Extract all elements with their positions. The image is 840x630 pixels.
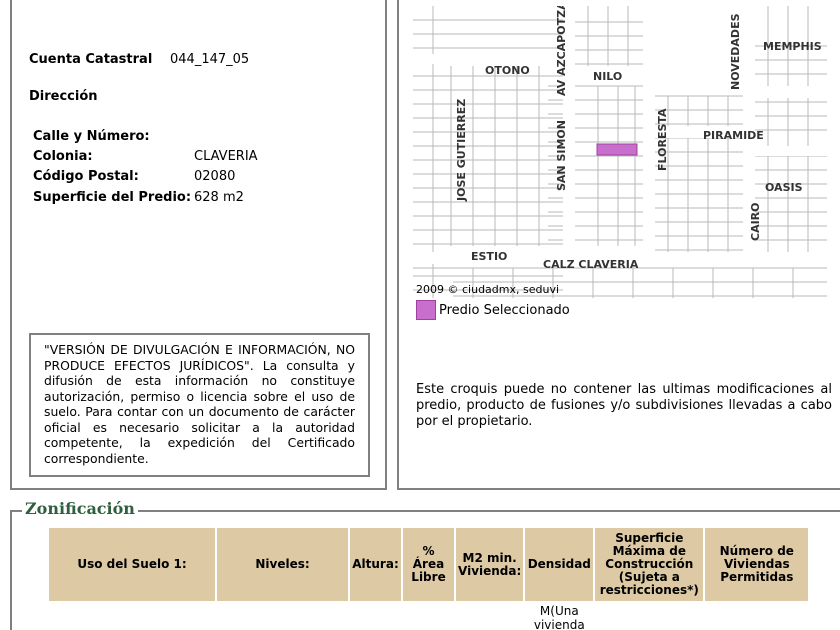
cadastral-map[interactable]: OTONO NILO AV AZCAPOTZA NOVEDADES MEMPHI… [413, 6, 827, 298]
header-superficie-maxima: Superficie Máxima de Construcción (Sujet… [595, 528, 704, 601]
superficie-value: 628 m2 [194, 190, 244, 205]
cell-uso-suelo [49, 601, 215, 630]
zonificacion-title: Zonificación [22, 499, 138, 518]
cuenta-catastral-label: Cuenta Catastral [29, 52, 153, 67]
cell-superficie-maxima [595, 601, 703, 630]
header-niveles: Niveles: [217, 528, 348, 601]
cell-area-libre [403, 601, 454, 630]
header-numero-viviendas: Número de Viviendas Permitidas [705, 528, 809, 601]
table-row: M(Una vivienda [49, 601, 808, 630]
street-label: AV AZCAPOTZA [555, 6, 568, 96]
street-label: JOSE GUTIERREZ [455, 99, 468, 202]
cell-densidad: M(Una vivienda [533, 604, 585, 630]
header-area-libre: % Área Libre [403, 528, 454, 601]
header-altura: Altura: [350, 528, 401, 601]
cell-altura [350, 601, 401, 630]
codigo-postal-value: 02080 [194, 169, 236, 184]
predio-info-panel: Cuenta Catastral 044_147_05 Dirección Ca… [10, 0, 387, 490]
header-m2-vivienda: M2 min. Vivienda: [456, 528, 524, 601]
calle-label: Calle y Número: [33, 129, 150, 144]
table-header-row: Uso del Suelo 1: Niveles: Altura: % Área… [49, 528, 809, 601]
codigo-postal-label: Código Postal: [33, 169, 139, 184]
legend-label: Predio Seleccionado [439, 303, 570, 318]
legend-swatch [416, 300, 436, 320]
street-label: OASIS [765, 181, 803, 194]
croquis-note: Este croquis puede no contener las ultim… [416, 382, 832, 429]
street-label: SAN SIMON [555, 120, 568, 191]
header-densidad: Densidad [525, 528, 594, 601]
street-label: PIRAMIDE [703, 129, 764, 142]
header-uso-suelo: Uso del Suelo 1: [49, 528, 215, 601]
colonia-value: CLAVERIA [194, 149, 258, 164]
street-label: CAIRO [749, 203, 762, 242]
street-label: OTONO [485, 64, 530, 77]
street-label: CALZ CLAVERIA [543, 258, 639, 271]
cell-m2-vivienda [456, 601, 523, 630]
street-label: FLORESTA [656, 108, 669, 171]
cuenta-catastral-value: 044_147_05 [170, 52, 250, 67]
cell-niveles [217, 601, 348, 630]
colonia-label: Colonia: [33, 149, 93, 164]
street-label: MEMPHIS [763, 40, 822, 53]
street-label: ESTIO [471, 250, 507, 263]
zonificacion-table: Uso del Suelo 1: Niveles: Altura: % Área… [47, 528, 810, 630]
map-canvas: OTONO NILO AV AZCAPOTZA NOVEDADES MEMPHI… [413, 6, 827, 298]
street-label: NOVEDADES [729, 13, 742, 90]
direccion-heading: Dirección [29, 89, 98, 104]
map-copyright: 2009 © ciudadmx, seduvi [416, 283, 560, 296]
superficie-label: Superficie del Predio: [33, 190, 192, 205]
street-label: NILO [593, 70, 622, 83]
selected-parcel [596, 143, 638, 156]
cell-numero-viviendas [705, 601, 808, 630]
map-panel: OTONO NILO AV AZCAPOTZA NOVEDADES MEMPHI… [397, 0, 840, 490]
legal-disclaimer: "VERSIÓN DE DIVULGACIÓN E INFORMACIÓN, N… [29, 333, 370, 477]
